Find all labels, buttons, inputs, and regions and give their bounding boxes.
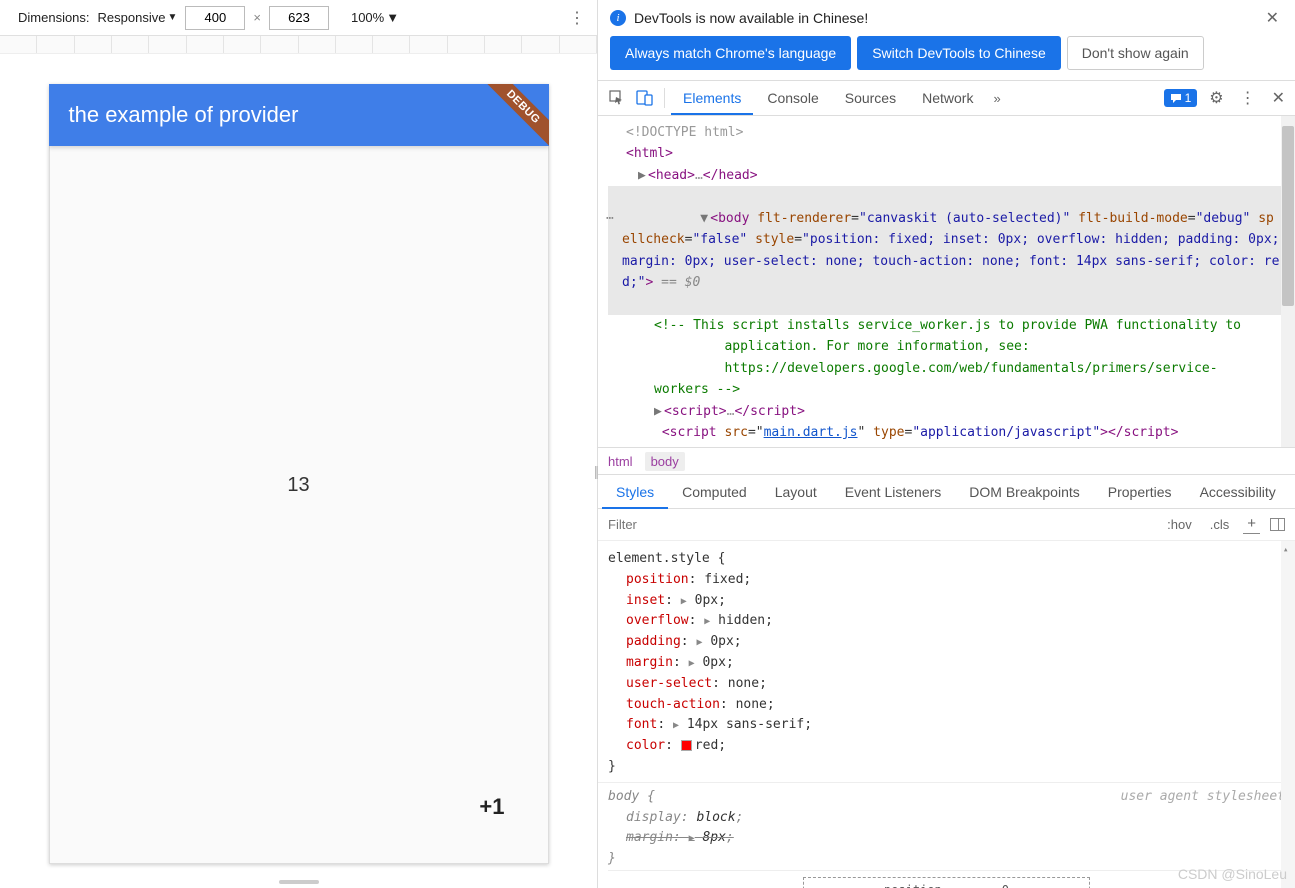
app-bar: the example of provider DEBUG [49,84,549,146]
inspect-element-icon[interactable] [604,85,630,111]
close-icon[interactable]: ✕ [1262,8,1283,28]
script-src-link[interactable]: main.dart.js [764,425,858,440]
zoom-select[interactable]: 100% ▼ [351,10,399,25]
resize-handle-bottom[interactable] [279,880,319,884]
tab-accessibility[interactable]: Accessibility [1186,476,1290,508]
breadcrumb: html body [598,447,1295,475]
styles-body[interactable]: element.style { position: fixed; inset: … [598,541,1295,888]
resize-handle-right[interactable]: || [594,463,597,479]
chevron-down-icon: ▼ [386,10,399,25]
tab-dom-breakpoints[interactable]: DOM Breakpoints [955,476,1093,508]
info-actions: Always match Chrome's language Switch De… [598,36,1295,80]
styles-filter-input[interactable] [608,517,1163,532]
dismiss-button[interactable]: Don't show again [1067,36,1204,70]
breadcrumb-body[interactable]: body [645,452,685,471]
chevron-down-icon: ▼ [167,12,177,23]
devtools-tabs: Elements Console Sources Network » 1 ⚙ ⋮… [598,80,1295,116]
tab-network[interactable]: Network [910,82,985,114]
device-mode-select[interactable]: Responsive ▼ [98,10,178,25]
dimension-separator: × [253,10,261,25]
scrollbar[interactable]: ▴ [1281,541,1295,888]
counter-value: 13 [49,474,549,497]
styles-tabs: Styles Computed Layout Event Listeners D… [598,475,1295,509]
width-input[interactable] [185,6,245,30]
dom-tree-panel: <!DOCTYPE html> <html> ▶<head>…</head> ⋯… [598,116,1295,447]
selected-dom-node[interactable]: ⋯▼<body flt-renderer="canvaskit (auto-se… [608,186,1281,315]
tab-properties[interactable]: Properties [1094,476,1186,508]
breadcrumb-html[interactable]: html [608,454,633,469]
hov-toggle[interactable]: :hov [1163,515,1196,534]
kebab-menu-icon[interactable]: ⋮ [1236,88,1260,108]
tab-computed[interactable]: Computed [668,476,761,508]
tab-elements[interactable]: Elements [671,82,753,114]
gear-icon[interactable]: ⚙ [1205,88,1227,108]
cls-toggle[interactable]: .cls [1206,515,1234,534]
info-message: DevTools is now available in Chinese! [634,10,868,26]
fab-increment[interactable]: +1 [479,794,504,820]
device-preview-pane: Dimensions: Responsive ▼ × 100% ▼ ⋮ the … [0,0,598,888]
switch-language-button[interactable]: Switch DevTools to Chinese [857,36,1061,70]
tab-styles[interactable]: Styles [602,476,668,508]
close-icon[interactable]: ✕ [1268,88,1289,108]
info-banner: i DevTools is now available in Chinese! … [598,0,1295,36]
app-title: the example of provider [69,102,299,128]
dimensions-label: Dimensions: [18,10,90,25]
box-model: position 0 [608,870,1285,888]
new-style-rule-icon[interactable]: + [1243,515,1260,534]
styles-filter-row: :hov .cls + [598,509,1295,541]
app-frame: the example of provider DEBUG 13 +1 [49,84,549,864]
tab-sources[interactable]: Sources [833,82,908,114]
tab-console[interactable]: Console [755,82,830,114]
preview-area: the example of provider DEBUG 13 +1 || [0,54,597,888]
dom-comment: <!-- This script installs service_worker… [608,315,1281,401]
info-icon: i [610,10,626,26]
device-toolbar: Dimensions: Responsive ▼ × 100% ▼ ⋮ [0,0,597,36]
scrollbar[interactable] [1281,116,1295,447]
match-language-button[interactable]: Always match Chrome's language [610,36,851,70]
color-swatch[interactable] [681,740,692,751]
ruler [0,36,597,54]
tab-event-listeners[interactable]: Event Listeners [831,476,956,508]
feedback-badge[interactable]: 1 [1164,89,1198,107]
toggle-panel-icon[interactable] [1270,518,1285,531]
height-input[interactable] [269,6,329,30]
devtools-pane: i DevTools is now available in Chinese! … [598,0,1295,888]
kebab-menu-icon[interactable]: ⋮ [565,8,589,28]
tab-layout[interactable]: Layout [761,476,831,508]
toggle-device-icon[interactable] [632,85,658,111]
dom-tree[interactable]: <!DOCTYPE html> <html> ▶<head>…</head> ⋯… [598,116,1281,447]
tabs-overflow-icon[interactable]: » [987,91,1006,106]
debug-ribbon: DEBUG [477,84,549,154]
